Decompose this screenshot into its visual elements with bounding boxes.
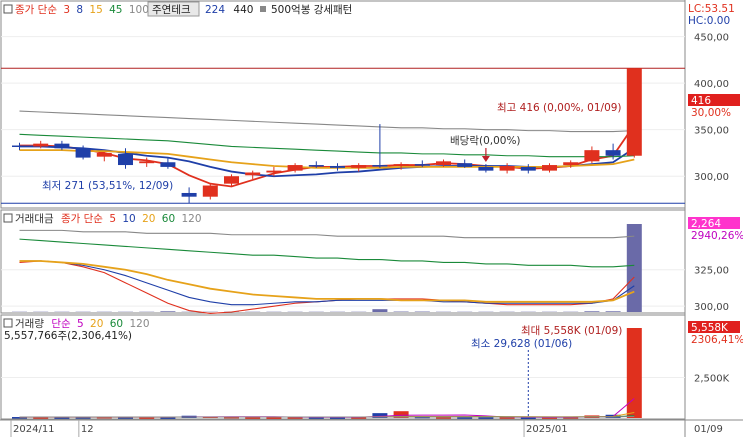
candle-body [436,161,451,166]
candle-body [542,165,557,171]
volume-legend-label: 단순 [51,318,71,330]
x-tick-label: 2024/11 [13,424,55,435]
trade-value-panel[interactable] [0,209,686,314]
svg-text:종가 단순 3 8 15 4: 종가 단순 3 8 15 45 100 [15,4,149,16]
ma-period: 3 [63,4,70,16]
price-badge-text: 416 [691,95,711,107]
y-tick-label: 400,00 [694,79,729,90]
trade-value-title: 거래대금 [15,213,54,225]
volume-pct-text: 2306,41% [691,334,743,346]
stock-chart[interactable]: 종가 단순 3 8 15 45 100 주연테크 224 440 500억봉 강… [0,0,743,437]
trade-value-bar [372,309,388,312]
volume-value-text: 5,557,766주(2,306,41%) [4,330,132,342]
candle-body [75,148,91,158]
volume-bar [457,417,473,419]
candle-body [372,165,388,167]
x-tick-label: 12 [81,424,94,435]
ex-dividend-label: 배당락(0,00%) [450,135,521,147]
candle-body [478,166,494,171]
y-tick-label: 300,00 [694,302,729,313]
ma-period: 20 [142,213,155,225]
pattern-label: 500억봉 강세패턴 [271,4,352,16]
y-tick-label: 350,00 [694,126,729,137]
trade-value-badge-text: 2,264 [691,218,721,230]
hc-label: HC:0.00 [688,15,730,27]
tag-value: 440 [233,4,253,16]
volume-bar [478,417,494,419]
trade-value-bar [160,311,176,312]
ma-period: 60 [110,318,123,330]
max-volume-label: 최대 5,558K (01/09) [521,325,622,337]
price-legend-label: 종가 단순 [15,4,57,16]
volume-title: 거래량 [15,318,44,330]
y-tick-label: 2,500K [694,374,730,385]
candle-body [626,68,642,156]
candle-body [139,161,155,164]
svg-text:거래량 단순 5 20 60: 거래량 단순 5 20 60 120 [15,318,150,330]
ma-period: 5 [77,318,84,330]
candle-body [457,163,473,167]
min-price-label: 최저 271 (53,51%, 12/09) [42,180,173,192]
y-tick-label: 450,00 [694,33,729,44]
candle-body [54,143,70,149]
y-tick-label: 300,00 [694,172,729,183]
price-pct-text: 30,00% [691,107,731,119]
candle-body [563,162,579,166]
square-icon[interactable] [260,6,266,12]
candle-body [605,150,621,156]
x-axis-labels: 2024/11 12 2025/01 [10,420,568,437]
trade-value-bar [605,311,621,312]
candle-body [160,162,176,167]
candle-body [96,152,112,157]
trade-value-bar [584,311,600,312]
candle-body [12,145,27,148]
tag-value: 224 [205,4,225,16]
candle-body [520,166,536,171]
trade-value-pct-text: 2940,26% [691,230,743,242]
trade-value-legend-label: 종가 단순 [61,213,103,225]
candle-body [393,164,409,166]
x-axis-right-label: 01/09 [694,424,723,435]
ma-period: 100 [129,4,149,16]
ma-period: 120 [182,213,202,225]
candle-body [245,172,261,176]
y-tick-label: 325,00 [694,266,729,277]
candle-body [287,165,303,171]
ma-period: 10 [122,213,135,225]
candle-body [181,192,197,197]
min-volume-label: 최소 29,628 (01/06) [471,338,572,350]
tag-button-label: 주연테크 [152,4,191,16]
candle-body [224,176,239,184]
volume-bar [626,328,642,418]
x-tick-label: 2025/01 [526,424,568,435]
lc-label: LC:53.51 [688,3,735,15]
candle-body [118,153,133,166]
volume-bar [266,417,282,419]
candle-body [584,150,600,162]
candle-body [330,165,345,168]
candle-body [33,143,49,147]
candle-body [414,164,430,166]
ma-period: 60 [162,213,175,225]
candle-body [202,185,218,197]
ma-period: 8 [76,4,83,16]
max-price-label: 최고 416 (0,00%, 01/09) [497,102,622,114]
ma-period: 5 [109,213,116,225]
candle-body [499,165,515,171]
ma-period: 15 [89,4,102,16]
volume-badge-text: 5,558K [691,322,729,334]
candle-body [266,170,282,173]
trade-value-bar [626,224,642,312]
ma-period: 120 [129,318,149,330]
candle-body [351,165,367,168]
ma-period: 45 [109,4,122,16]
candle-body [308,165,324,167]
ma-period: 20 [90,318,103,330]
